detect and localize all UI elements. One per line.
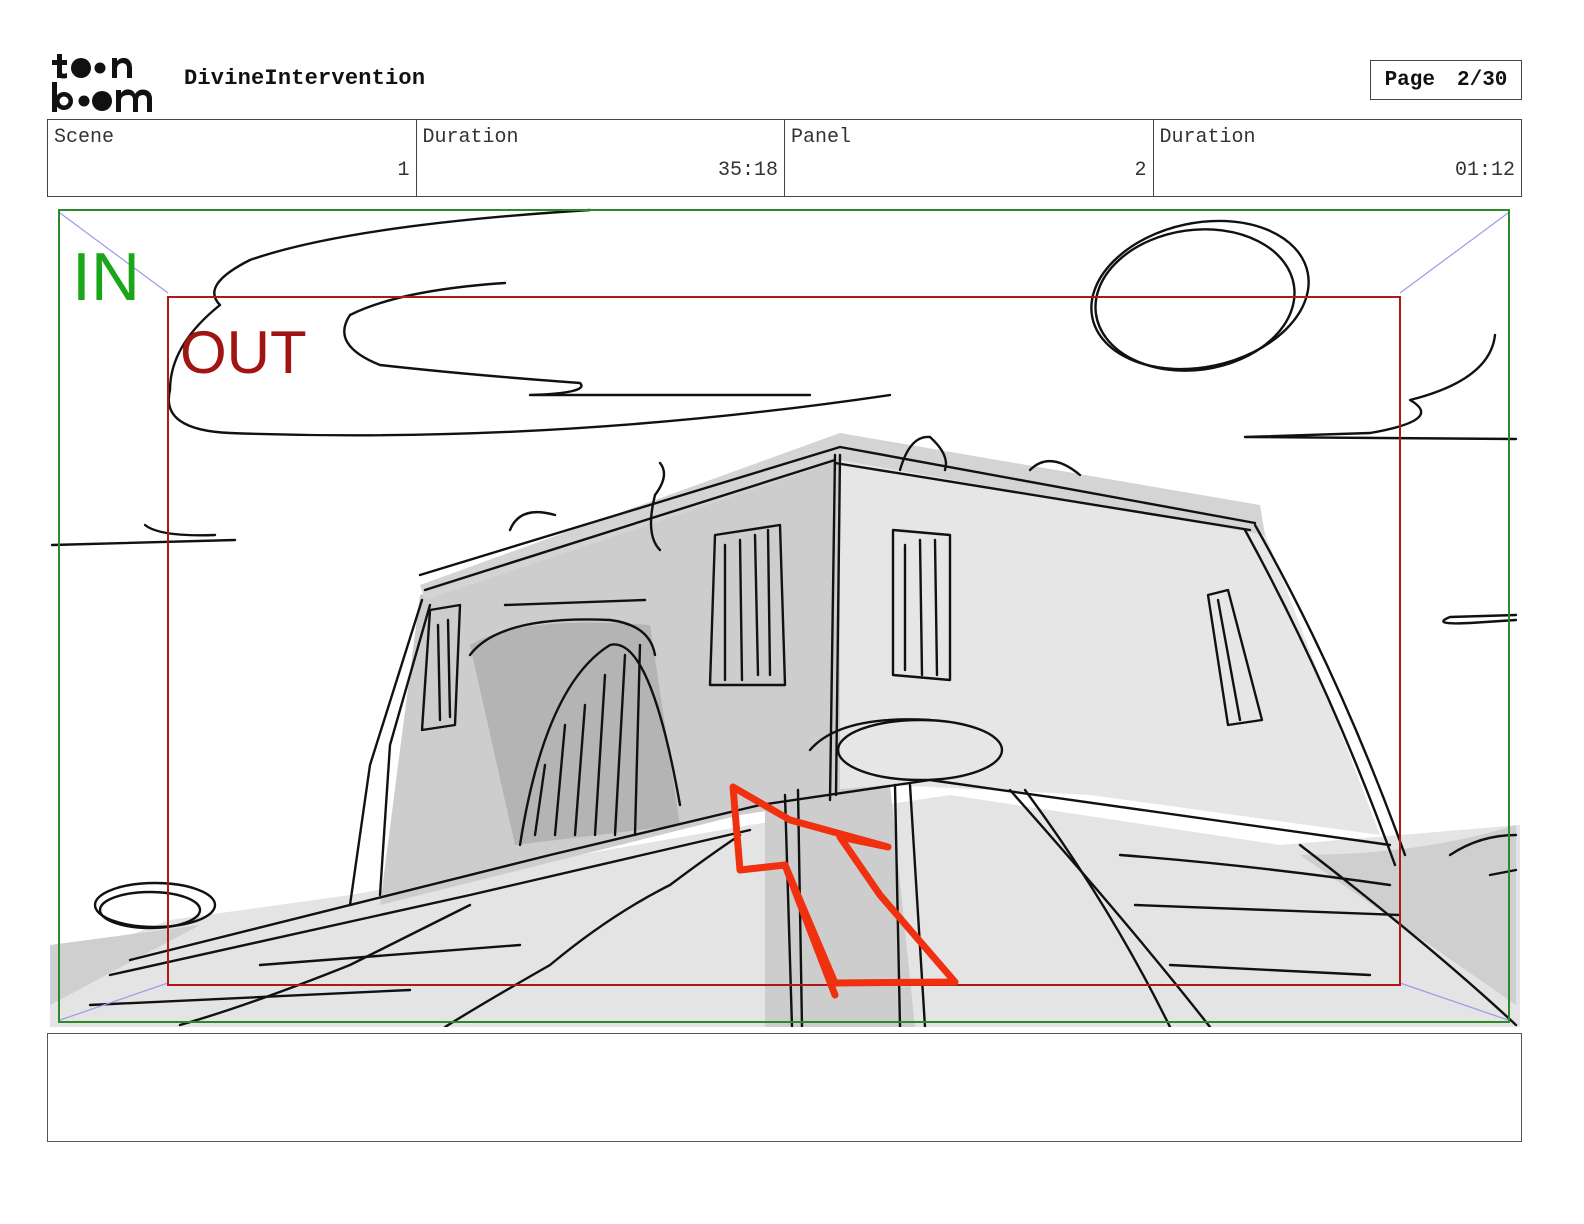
panel-duration-cell: Duration 01:12 [1154, 120, 1522, 196]
page-number: 2/30 [1457, 68, 1508, 92]
panel-number: 2 [1134, 159, 1147, 182]
scene-number: 1 [397, 159, 410, 182]
panel-duration-label: Duration [1159, 126, 1256, 149]
scene-duration-cell: Duration 35:18 [417, 120, 785, 196]
panel-notes-box [47, 1033, 1522, 1142]
page-label: Page [1384, 68, 1435, 92]
storyboard-panel: IN OUT [50, 208, 1520, 1027]
page-indicator: Page 2/30 [1370, 60, 1522, 100]
scene-info-table: Scene 1 Duration 35:18 Panel 2 Duration … [47, 119, 1522, 197]
out-label: OUT [180, 319, 307, 386]
scene-label: Scene [54, 126, 115, 149]
toon-boom-logo [52, 54, 152, 112]
sketch-shading [50, 433, 1520, 1027]
scene-cell: Scene 1 [48, 120, 417, 196]
scene-duration-value: 35:18 [717, 159, 778, 182]
panel-cell: Panel 2 [785, 120, 1154, 196]
panel-label: Panel [791, 126, 852, 149]
project-title: DivineIntervention [184, 66, 426, 91]
panel-duration-value: 01:12 [1454, 159, 1515, 182]
scene-duration-label: Duration [422, 126, 519, 149]
in-label: IN [72, 239, 140, 315]
